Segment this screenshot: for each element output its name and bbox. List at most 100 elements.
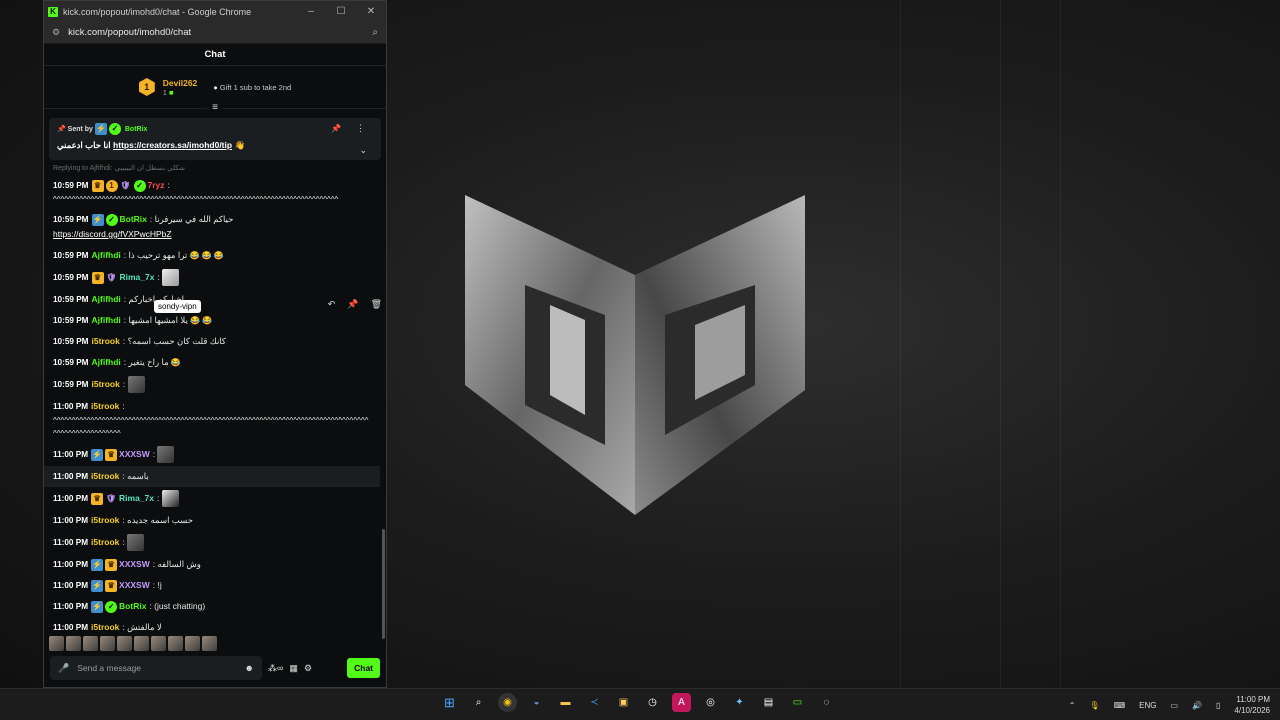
chat-message[interactable]: 10:59 PM ♛ 🛡 Rima_7x: (44, 266, 380, 289)
chrome-icon[interactable]: ◉ (498, 693, 517, 712)
chat-message[interactable]: 11:00 PM ⚡ ♛ XXXSW: وش السالفه (44, 554, 380, 575)
crown-badge-icon: ♛ (105, 448, 118, 461)
send-chat-button[interactable]: Chat (347, 658, 380, 678)
chat-message[interactable]: 11:00 PM ♛ 🛡 Rima_7x: (44, 487, 380, 510)
emote-image[interactable] (117, 635, 132, 651)
username[interactable]: BotRix (120, 212, 147, 227)
emote-image[interactable] (49, 635, 64, 651)
chat-message[interactable]: 10:59 PM Ajfifhdi: يلا امشيها امشيها 😂 😂 (44, 310, 380, 331)
mic-tray-icon[interactable]: 🎙 (1089, 701, 1099, 710)
address-bar[interactable]: ⚙ kick.com/popout/imohd0/chat ⌕ (44, 22, 386, 44)
chat-message[interactable]: 11:00 PM ⚡ ♛ XXXSW: !j (44, 575, 380, 596)
clock-app-icon[interactable]: ◷ (643, 693, 662, 712)
chat-message[interactable]: 10:59 PM Ajfifhdi: ترا مهو ترحيب ذا 😂 😂 … (44, 245, 380, 266)
emote-image[interactable] (66, 635, 81, 651)
scrollbar[interactable] (382, 529, 385, 639)
network-icon[interactable]: ▭ (1170, 701, 1178, 710)
clock[interactable]: 11:00 PM 4/10/2026 (1234, 694, 1270, 716)
pin-small-icon: 📌 (57, 125, 66, 133)
emote-image[interactable] (185, 635, 200, 651)
username[interactable]: XXXSW (119, 447, 150, 462)
chat-message[interactable]: 10:59 PM ⚡ ✓ BotRix: حياكم الله في سيرفر… (44, 209, 380, 245)
chat-message[interactable]: 11:00 PM ⚡ ♛ XXXSW: (44, 443, 380, 466)
reply-icon[interactable]: ↶ (328, 299, 336, 310)
mic-icon[interactable]: 🎤 (58, 663, 69, 674)
minimize-icon[interactable]: – (296, 6, 326, 17)
pin-icon[interactable]: 📌 (331, 124, 341, 133)
username[interactable]: BotRix (119, 599, 146, 614)
username[interactable]: 7ryz (148, 178, 165, 193)
battery-icon[interactable]: ▯ (1216, 701, 1220, 710)
chat-message[interactable]: 11:00 PM i5trook: حسب اسمه جديده (44, 510, 380, 531)
keyboard-icon[interactable]: ⌨ (1114, 701, 1126, 710)
battery-app-icon[interactable]: ▭ (788, 693, 807, 712)
emote-image[interactable] (83, 635, 98, 651)
obs-icon[interactable]: ◎ (701, 693, 720, 712)
chat-message[interactable]: 11:00 PM ⚡ ✓ BotRix: (just chatting) (44, 596, 380, 617)
close-icon[interactable]: ✕ (356, 6, 386, 17)
username[interactable]: i5trook (91, 535, 119, 550)
store-icon[interactable]: ▦ (289, 663, 298, 674)
language-indicator[interactable]: ENG (1139, 701, 1156, 710)
input-placeholder[interactable]: Send a message (77, 663, 236, 673)
username[interactable]: Ajfifhdi (92, 313, 121, 328)
message-input[interactable]: 🎤 Send a message ☻ (50, 656, 262, 680)
username[interactable]: Ajfifhdi (92, 292, 121, 307)
file-explorer-icon[interactable]: ▬ (556, 693, 575, 712)
emote-image[interactable] (168, 635, 183, 651)
username[interactable]: i5trook (91, 620, 119, 635)
app-notify-icon[interactable]: ◌ (817, 693, 836, 712)
discord-link[interactable]: https://discord.gg/fVXPwcHPbZ (53, 229, 172, 239)
username[interactable]: i5trook (92, 377, 120, 392)
app-red-icon[interactable]: A (672, 693, 691, 712)
username[interactable]: XXXSW (119, 557, 150, 572)
message-text: كانك قلت كان حسب اسمه؟ (127, 336, 226, 346)
username[interactable]: XXXSW (119, 578, 150, 593)
zoom-icon[interactable]: ⌕ (372, 27, 378, 38)
username[interactable]: i5trook (92, 334, 120, 349)
chat-message[interactable]: 11:00 PM i5trook: ^^^^^^^^^^^^^^^^^^^^^^… (44, 396, 380, 443)
maximize-icon[interactable]: ☐ (326, 6, 356, 17)
delete-icon[interactable]: 🗑 (371, 299, 382, 310)
username[interactable]: Rima_7x (119, 491, 154, 506)
vscode-icon[interactable]: ≺ (585, 693, 604, 712)
app-terminal-icon[interactable]: ▤ (759, 693, 778, 712)
username[interactable]: i5trook (91, 469, 119, 484)
pinned-sender[interactable]: BotRix (125, 126, 148, 133)
app-icon[interactable]: ▣ (614, 693, 633, 712)
username[interactable]: Rima_7x (120, 270, 155, 285)
settings-icon[interactable]: ⚙ (304, 663, 312, 674)
url-text[interactable]: kick.com/popout/imohd0/chat (68, 27, 372, 38)
expand-icon[interactable]: ⌄ (359, 145, 367, 156)
chevron-up-icon[interactable]: ⌃ (1069, 701, 1076, 710)
windows-start-icon[interactable]: ⊞ (440, 693, 459, 712)
emote-image[interactable] (100, 635, 115, 651)
chat-message[interactable]: 10:59 PM Ajfifhdi: ما راح يتغير 😂 (44, 352, 380, 373)
chat-message-list[interactable]: Replying to Ajfifhdi: شكلي بسطل ان البيب… (44, 163, 380, 651)
search-icon[interactable]: ⌕ (469, 693, 488, 712)
username[interactable]: i5trook (91, 399, 119, 414)
chat-message-hovered[interactable]: 11:00 PM i5trook: باسمه (44, 466, 380, 487)
chat-message[interactable]: 10:59 PM ♛ 1 🛡 ✓ 7ryz: ^^^^^^^^^^^^^^^^^… (44, 175, 380, 209)
chat-message[interactable]: 10:59 PM i5trook: (44, 373, 380, 396)
collapse-icon[interactable]: ≡ (207, 102, 223, 113)
pinned-link[interactable]: https://creators.sa/imohd0/tip (113, 140, 232, 150)
app-blue-icon[interactable]: ✦ (730, 693, 749, 712)
kicks-icon[interactable]: ⁂∞ (268, 663, 283, 674)
site-settings-icon[interactable]: ⚙ (52, 27, 60, 38)
emote-image[interactable] (134, 635, 149, 651)
username[interactable]: Ajfifhdi (92, 355, 121, 370)
username[interactable]: i5trook (91, 513, 119, 528)
volume-icon[interactable]: 🔊 (1192, 701, 1202, 710)
leader-name[interactable]: Devil262 (163, 78, 198, 88)
emote-image[interactable] (202, 635, 217, 651)
more-options-icon[interactable]: ⋮ (356, 123, 365, 134)
username[interactable]: Ajfifhdi (92, 248, 121, 263)
chat-message[interactable]: 11:00 PM i5trook: (44, 531, 380, 554)
emoji-picker-icon[interactable]: ☻ (245, 663, 254, 673)
timestamp: 11:00 PM (53, 581, 89, 590)
chat-message[interactable]: 10:59 PM i5trook: كانك قلت كان حسب اسمه؟ (44, 331, 380, 352)
discord-icon[interactable]: ◒ (527, 693, 546, 712)
pin-message-icon[interactable]: 📌 (347, 299, 358, 310)
emote-image[interactable] (151, 635, 166, 651)
